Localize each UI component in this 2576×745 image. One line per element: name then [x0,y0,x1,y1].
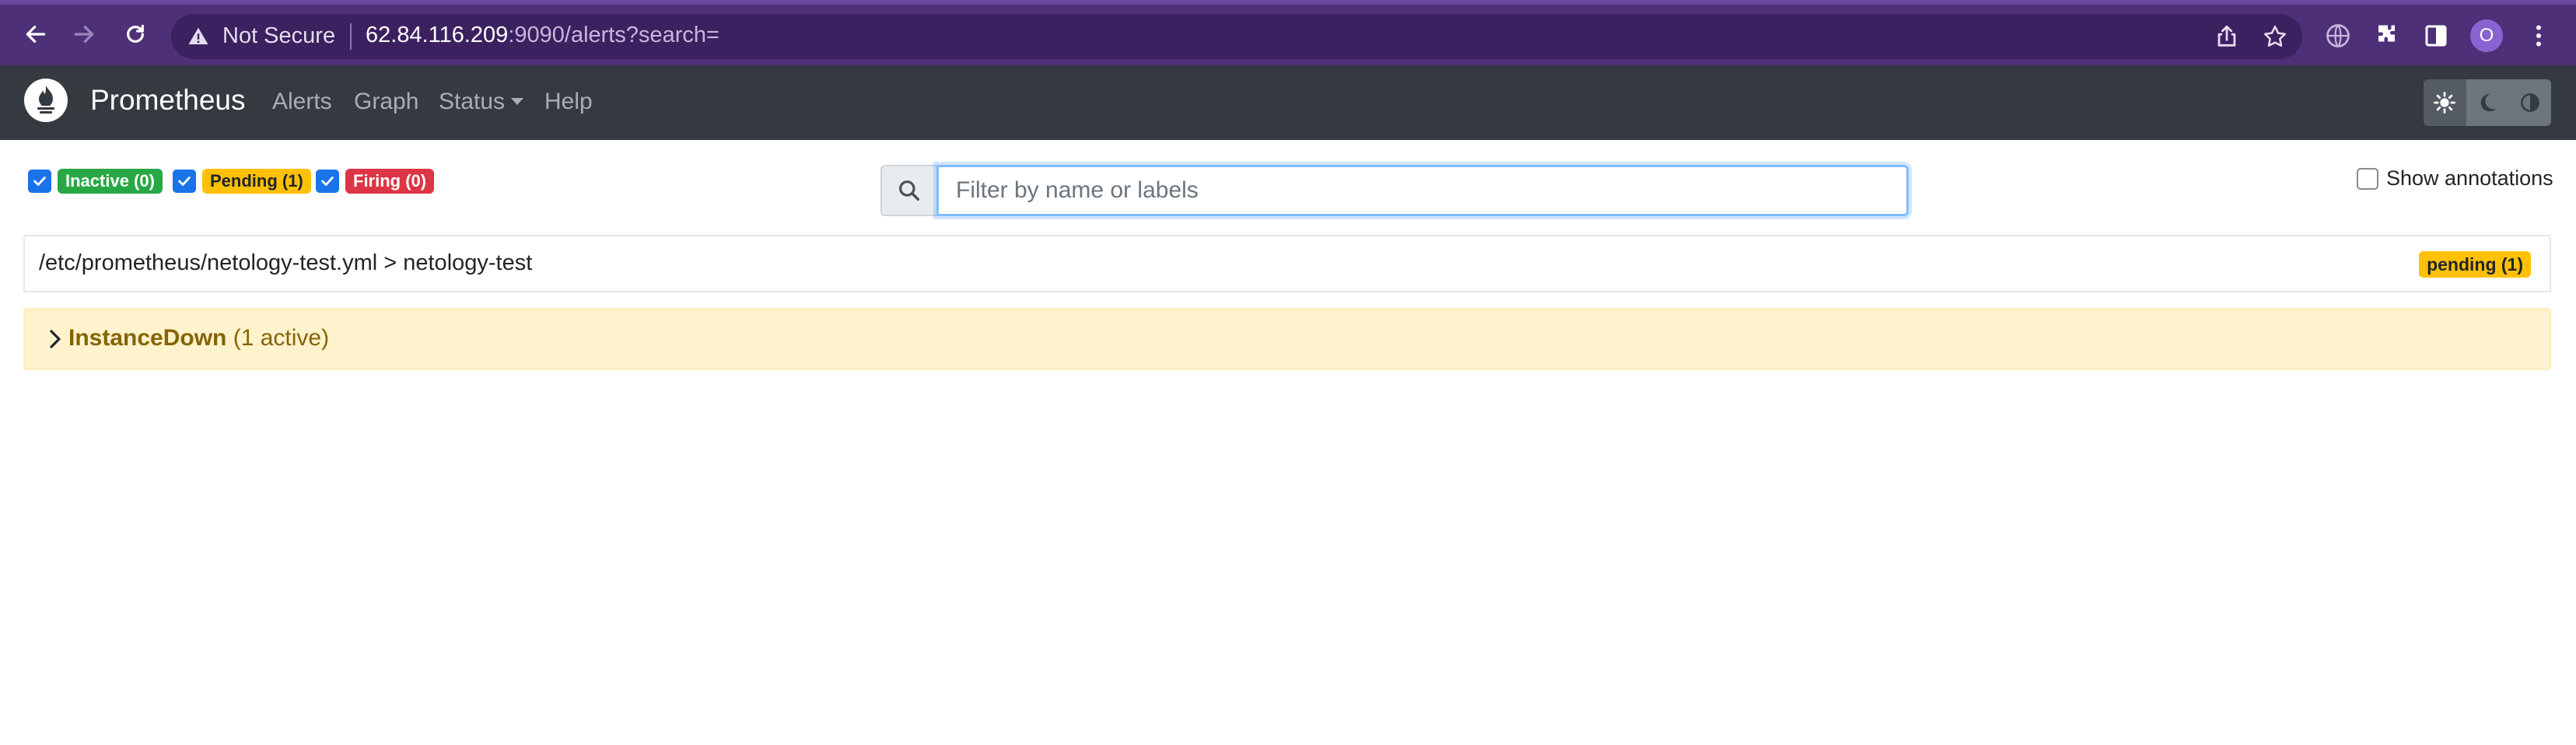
filter-inactive[interactable]: Inactive (0) [28,168,163,194]
search-input[interactable] [936,165,1909,216]
check-icon [321,177,334,186]
check-icon [178,177,191,186]
inactive-checkbox[interactable] [28,170,51,193]
theme-switcher [2424,79,2551,126]
profile-avatar[interactable]: O [2470,19,2503,52]
show-annotations-toggle[interactable]: Show annotations [2357,166,2553,191]
contrast-icon [2520,93,2539,112]
address-separator [350,23,352,50]
nav-status-dropdown[interactable]: Status [439,89,524,115]
theme-auto-button[interactable] [2508,79,2551,126]
rule-group-header: /etc/prometheus/netology-test.yml > neto… [23,235,2551,292]
rule-group-status-badge: pending (1) [2419,251,2531,278]
alert-rule-name: InstanceDown [68,325,227,351]
reload-button[interactable] [120,19,151,50]
back-button[interactable] [20,19,51,50]
moon-icon [2480,93,2497,112]
nav-status-label: Status [439,89,506,114]
pending-checkbox[interactable] [173,170,196,193]
firing-badge: Firing (0) [345,169,435,194]
nav-help[interactable]: Help [544,89,593,115]
filter-firing[interactable]: Firing (0) [316,168,435,194]
share-icon[interactable] [2214,23,2240,50]
search-icon [899,180,920,201]
theme-light-button[interactable] [2424,79,2466,126]
browser-toolbar: Not Secure 62.84.116.209:9090/alerts?sea… [0,0,2576,65]
inactive-badge: Inactive (0) [58,169,163,194]
security-status[interactable]: Not Secure [222,23,335,49]
url-path: :9090/alerts?search= [508,23,719,47]
show-annotations-checkbox[interactable] [2357,167,2378,190]
kebab-menu-icon[interactable] [2525,22,2553,50]
caret-down-icon [511,98,524,105]
alert-rule-row[interactable]: InstanceDown (1 active) [23,308,2551,370]
chevron-right-icon[interactable] [44,327,67,352]
globe-extension-icon[interactable] [2324,22,2352,50]
check-icon [33,177,46,186]
app-navbar: Prometheus Alerts Graph Status Help [0,65,2576,140]
show-annotations-label[interactable]: Show annotations [2386,166,2553,191]
address-bar[interactable]: Not Secure 62.84.116.209:9090/alerts?sea… [171,14,2302,59]
search-addon [880,165,936,216]
theme-dark-button[interactable] [2466,79,2509,126]
brand-title[interactable]: Prometheus [90,84,246,117]
sun-icon [2434,92,2456,114]
side-panel-icon[interactable] [2422,22,2450,50]
arrow-left-icon [26,26,46,43]
alert-active-count: (1 active) [233,325,330,351]
rule-group-path: /etc/prometheus/netology-test.yml > neto… [39,250,533,275]
filter-pending[interactable]: Pending (1) [173,168,311,194]
arrow-right-icon [74,26,94,43]
pending-badge: Pending (1) [202,169,311,194]
bookmark-star-icon[interactable] [2262,23,2288,50]
firing-checkbox[interactable] [316,170,339,193]
warning-icon [188,27,208,44]
puzzle-extension-icon[interactable] [2374,22,2402,50]
nav-graph[interactable]: Graph [354,89,418,115]
nav-alerts[interactable]: Alerts [272,89,332,115]
url-host: 62.84.116.209 [366,23,509,47]
forward-button[interactable] [68,19,100,50]
reload-icon [127,24,144,43]
alert-rule-text[interactable]: InstanceDown (1 active) [68,325,329,352]
url-text[interactable]: 62.84.116.209:9090/alerts?search= [366,23,719,48]
prometheus-logo-icon[interactable] [23,78,68,123]
